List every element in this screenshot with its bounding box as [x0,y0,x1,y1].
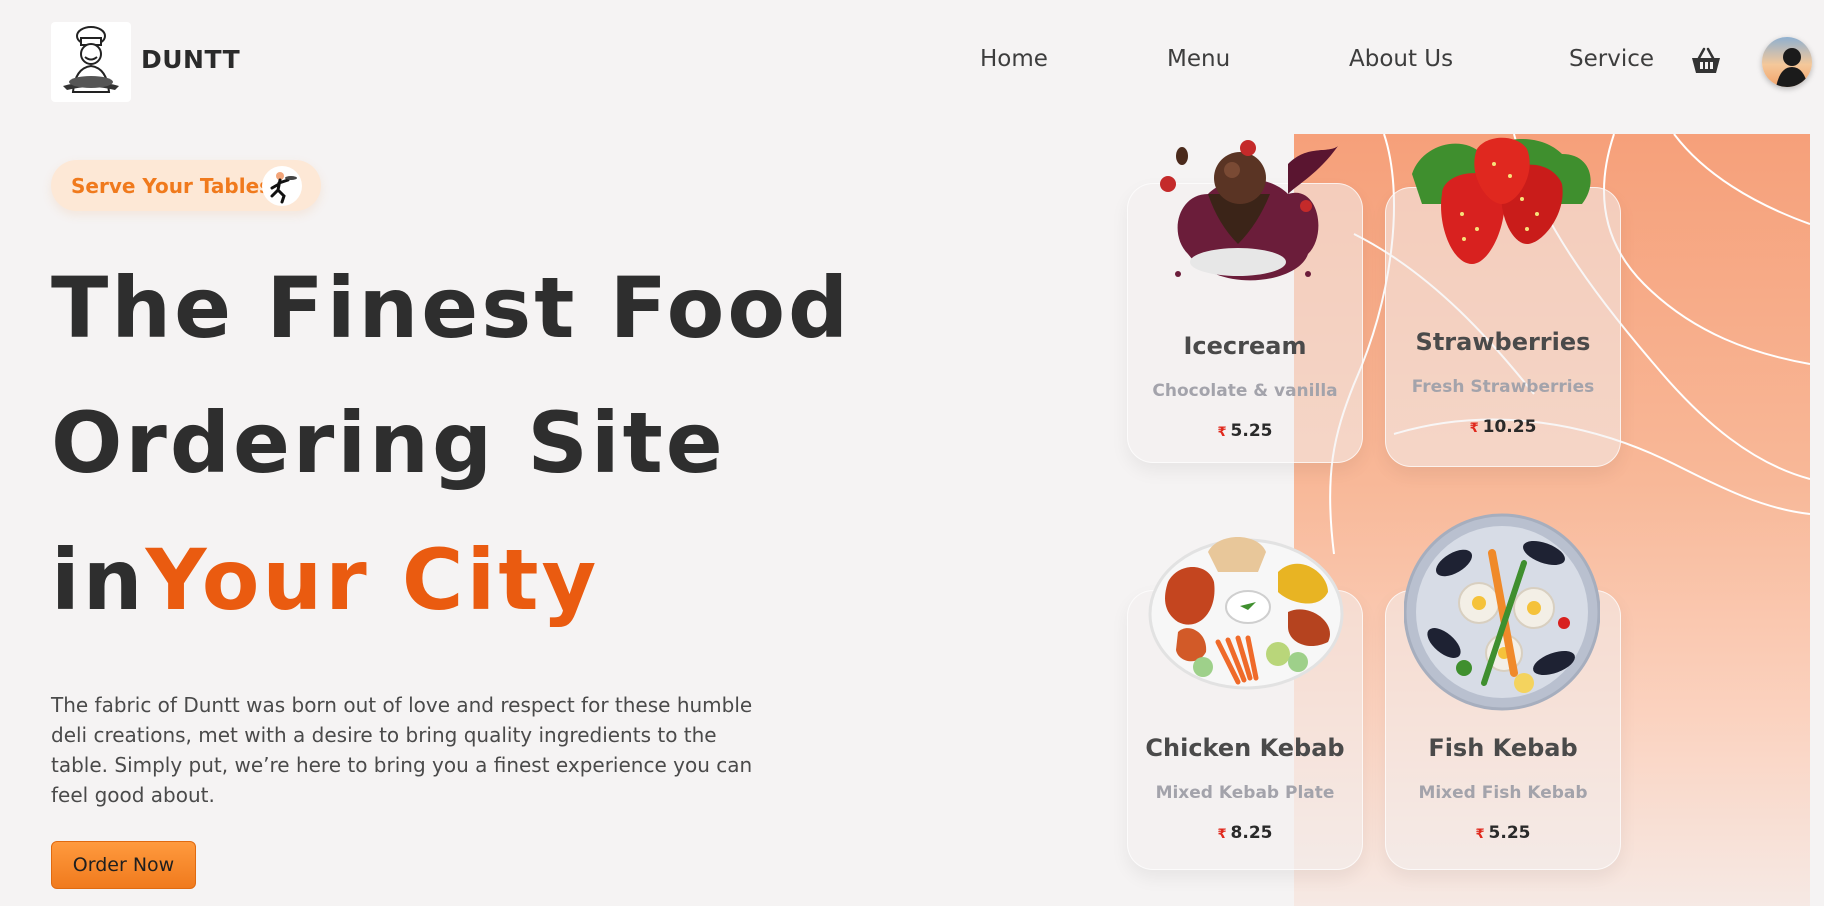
basket-icon[interactable] [1690,47,1722,75]
headline-in: in [51,531,146,629]
headline-line-2: Ordering Site [51,394,726,492]
nav-menu[interactable]: Menu [1167,46,1230,72]
icecream-image [1148,134,1344,314]
chicken-kebab-image [1148,532,1344,696]
card-subtitle: Mixed Fish Kebab [1418,783,1588,803]
strawberries-image [1402,134,1598,278]
fish-kebab-image [1403,513,1601,715]
card-price: ₹8.25 [1217,823,1273,843]
serve-tables-badge: Serve Your Tables [51,160,321,211]
card-title: Strawberries [1415,328,1591,356]
card-subtitle: Fresh Strawberries [1411,377,1595,397]
nav-home[interactable]: Home [980,46,1048,72]
card-subtitle: Mixed Kebab Plate [1155,783,1335,803]
landing-page: DUNTT Home Menu About Us Service Serve Y… [0,0,1824,906]
headline-line-3: inYour City [51,538,599,622]
brand-name[interactable]: DUNTT [141,45,240,74]
headline-accent: Your City [145,531,600,629]
order-now-button[interactable]: Order Now [51,841,196,889]
nav-service[interactable]: Service [1569,46,1654,72]
card-subtitle: Chocolate & vanilla [1152,381,1338,401]
nav-about-us[interactable]: About Us [1349,46,1453,72]
card-price: ₹5.25 [1217,421,1273,441]
hero-description: The fabric of Duntt was born out of love… [51,693,753,807]
card-price: ₹10.25 [1469,417,1537,437]
card-title: Chicken Kebab [1145,734,1345,762]
waiter-icon [262,166,302,206]
card-title: Icecream [1183,332,1307,360]
chef-logo-icon[interactable] [51,22,131,102]
headline-line-1: The Finest Food [51,259,852,357]
card-title: Fish Kebab [1428,734,1578,762]
badge-label: Serve Your Tables [71,174,272,198]
card-price: ₹5.25 [1475,823,1531,843]
user-avatar-icon[interactable] [1762,37,1812,87]
